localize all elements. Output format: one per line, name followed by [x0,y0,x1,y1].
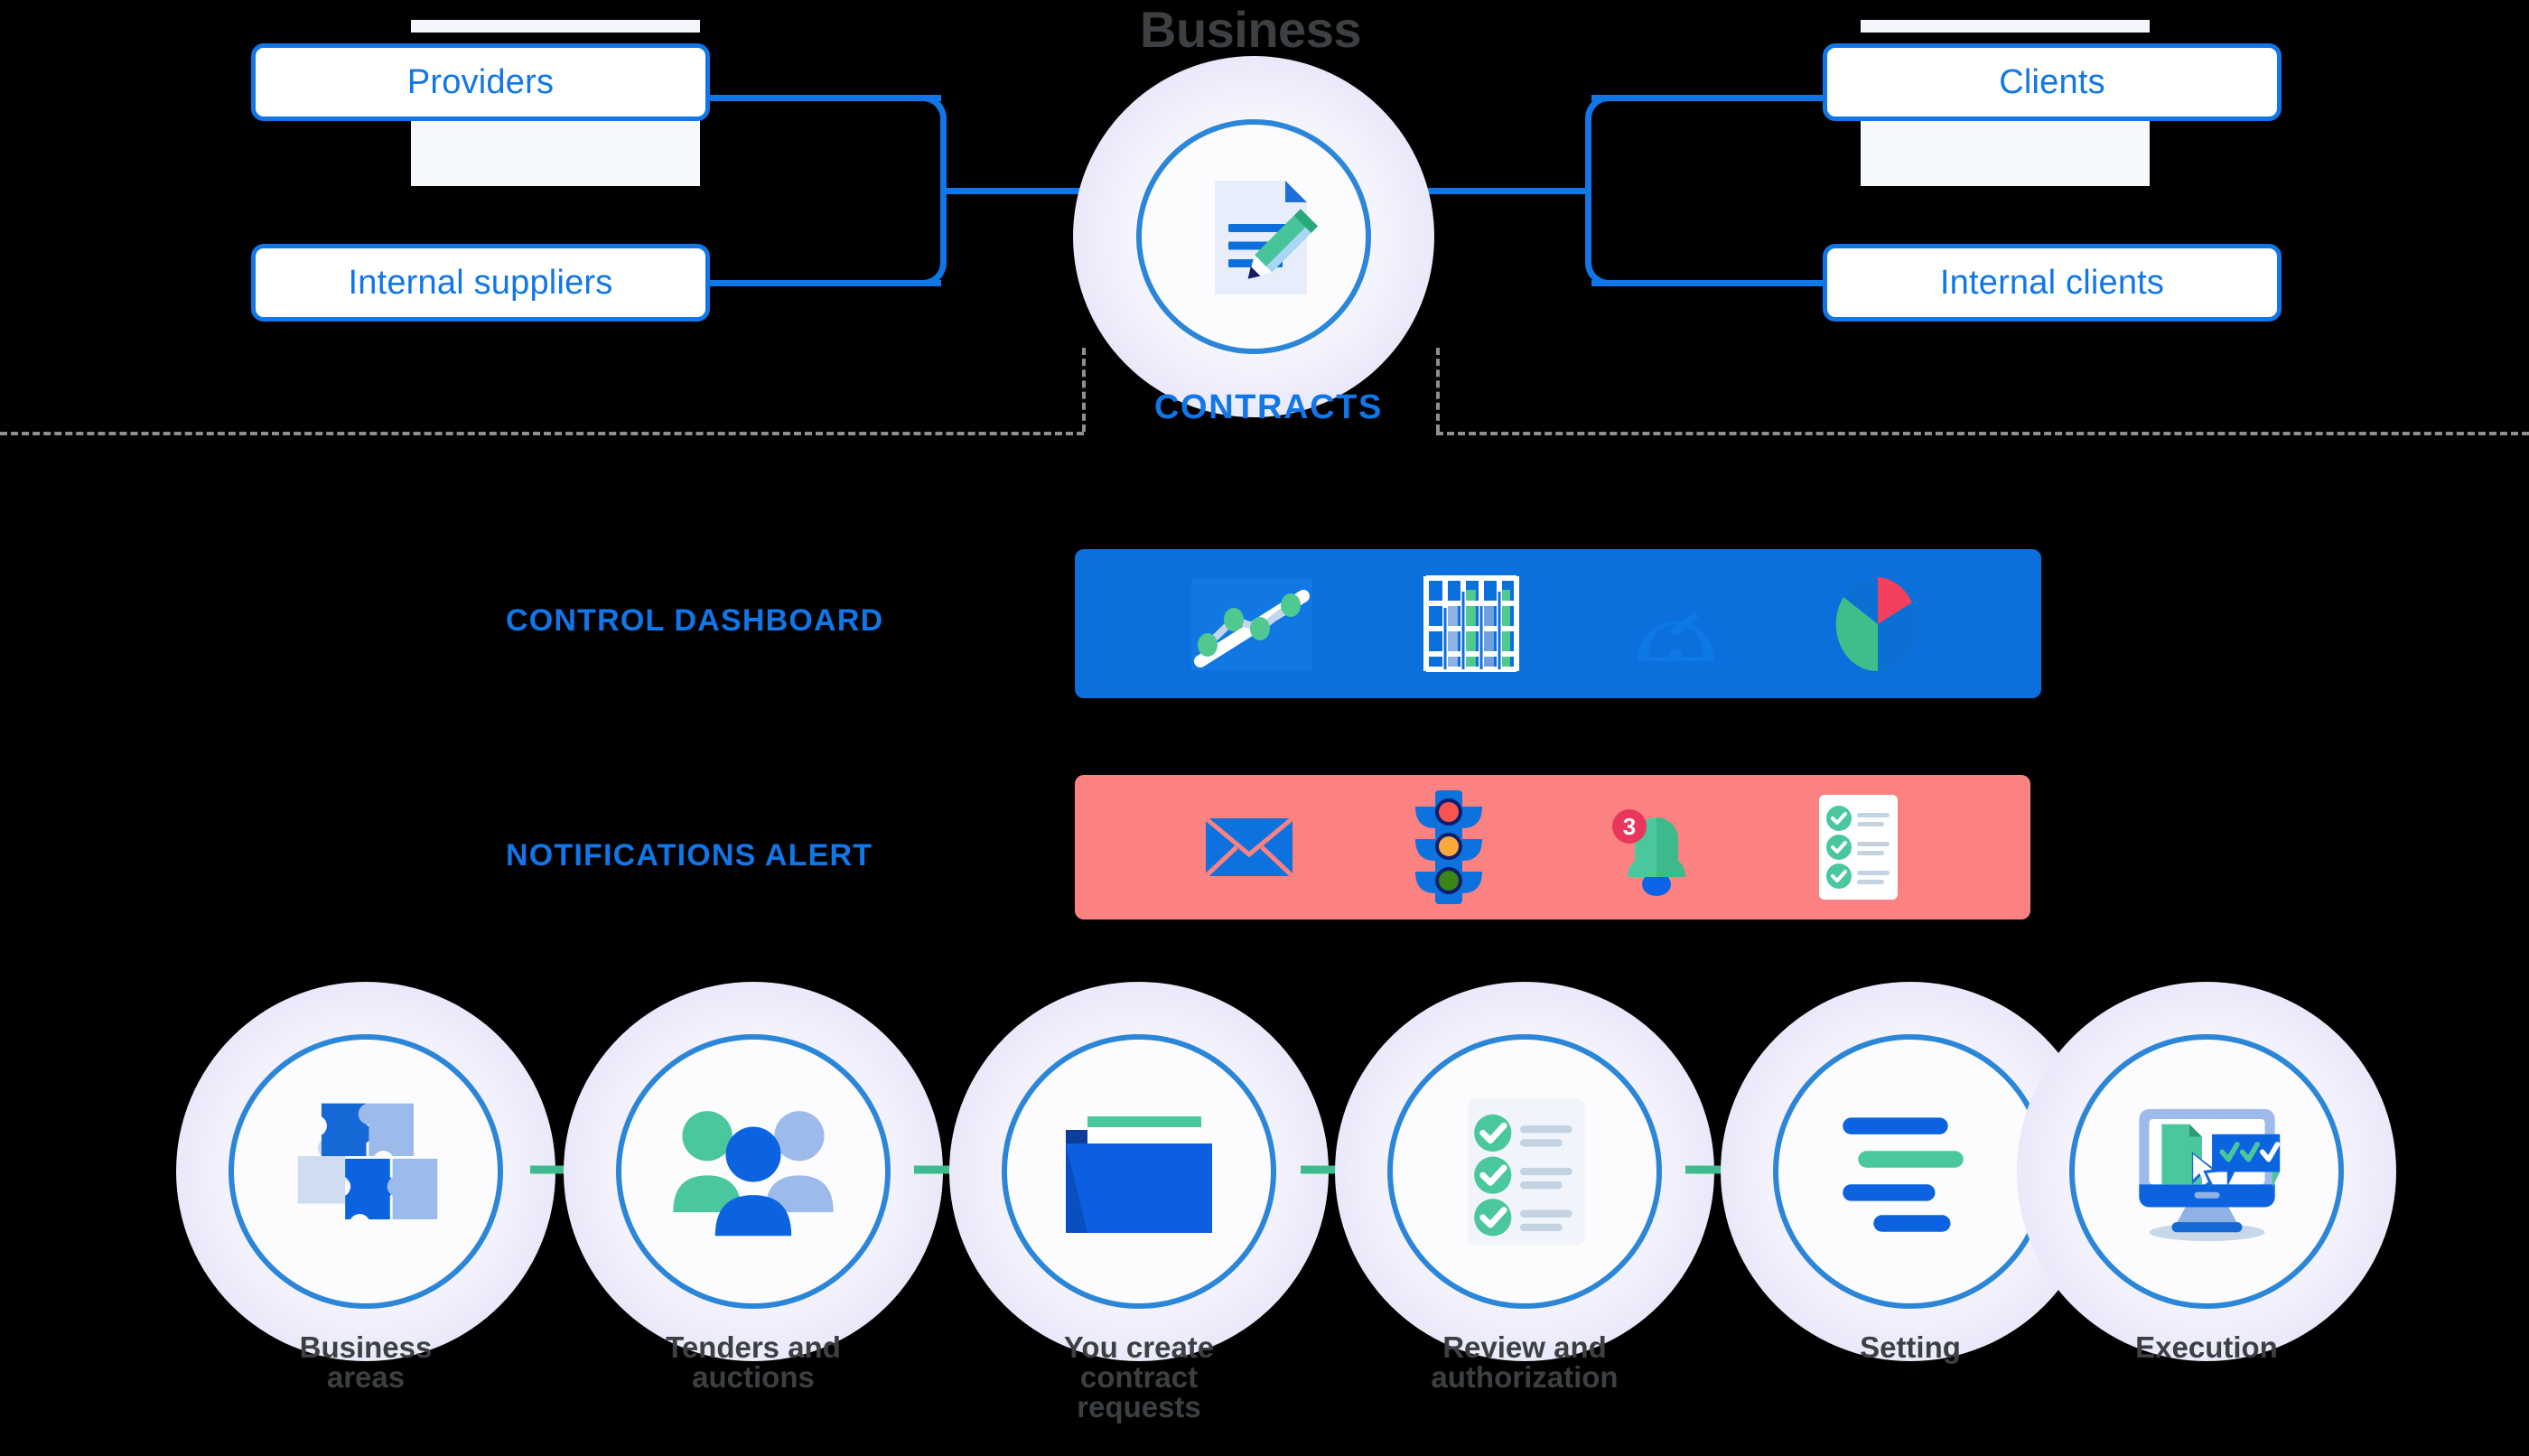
checklist-icon[interactable] [1815,793,1901,901]
divider-right [1436,432,2529,435]
control-dashboard-band[interactable] [1075,549,2041,698]
party-box-clients[interactable]: Clients [1823,43,2282,121]
process-step-label-execution: Execution [2135,1330,2278,1364]
wire-clients-out [1591,95,1826,101]
party-box-providers[interactable]: Providers [251,43,710,121]
puzzle-icon [266,1072,465,1271]
providers-top-strip [411,20,700,33]
page-title: Business [1140,0,1362,59]
wire-providers-out [710,95,941,101]
bar-chart-grid-icon[interactable] [1411,572,1528,676]
party-label-providers: Providers [406,62,555,101]
folder-icon [1040,1072,1238,1271]
monitor-approve-icon [2107,1072,2306,1271]
process-step-execution[interactable] [2017,982,2396,1361]
clients-top-strip [1861,20,2150,33]
settings-lines-icon [1811,1072,2010,1271]
process-step-tenders-and-auctions[interactable] [564,982,943,1361]
pie-chart-icon[interactable] [1824,570,1932,678]
process-step-label-business-areas: Business areas [299,1330,433,1394]
notifications-alert-label-text: NOTIFICATIONS ALERT [506,838,873,873]
wire-internal-suppliers-out [710,280,941,286]
process-step-contract-requests[interactable] [949,982,1329,1361]
wire-right-to-center [1418,188,1590,194]
contracts-label: CONTRACTS [1154,388,1383,427]
bell-icon[interactable]: 3 [1602,798,1702,897]
notifications-alert-band[interactable]: 3 [1075,775,2030,919]
document-pencil-icon [1190,170,1326,305]
process-step-label-review-and-authorization: Review and authorization [1431,1330,1619,1394]
divider-left [0,432,1084,435]
diagram-canvas: Providers Internal suppliers Clients Int… [0,0,2529,1456]
process-step-business-areas[interactable] [176,982,555,1361]
party-label-internal-clients: Internal clients [1939,263,2165,302]
party-label-clients: Clients [1999,62,2105,101]
process-step-review-and-authorization[interactable] [1335,982,1714,1361]
party-label-internal-suppliers: Internal suppliers [348,263,613,302]
process-step-label-tenders-and-auctions: Tenders and auctions [666,1330,841,1394]
wire-left-bus [919,95,947,286]
traffic-light-icon[interactable] [1408,789,1489,906]
envelope-icon[interactable] [1204,811,1294,883]
contracts-label-text: CONTRACTS [1154,388,1383,426]
line-chart-icon[interactable] [1184,574,1320,674]
bell-badge-count: 3 [1623,813,1636,840]
people-group-icon [654,1072,853,1271]
divider-notch-right [1436,348,1440,432]
party-box-internal-clients[interactable]: Internal clients [1823,244,2282,322]
wire-internal-clients-out [1591,280,1826,286]
party-box-internal-suppliers[interactable]: Internal suppliers [251,244,710,322]
control-dashboard-label-text: CONTROL DASHBOARD [506,603,884,638]
page-title-text: Business [1140,1,1362,58]
gauge-icon[interactable] [1619,574,1732,674]
notifications-alert-label: NOTIFICATIONS ALERT [506,838,873,873]
checklist-document-icon [1425,1072,1624,1271]
control-dashboard-label: CONTROL DASHBOARD [506,603,883,639]
divider-notch-left [1082,348,1086,432]
process-step-label-contract-requests: You create contract requests [1063,1330,1215,1423]
